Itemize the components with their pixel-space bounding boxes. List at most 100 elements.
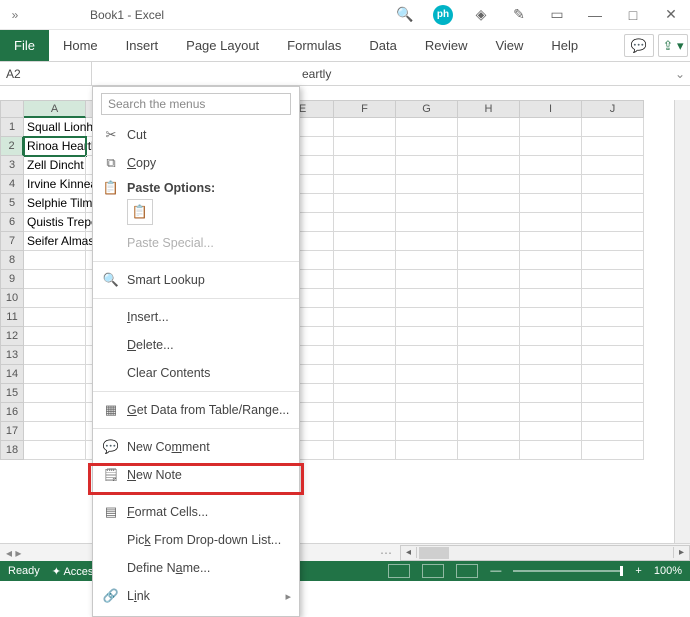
cell[interactable] — [334, 384, 396, 403]
cell[interactable] — [24, 365, 86, 384]
cell[interactable] — [458, 289, 520, 308]
cell[interactable] — [334, 251, 396, 270]
cell[interactable] — [396, 251, 458, 270]
cell[interactable] — [458, 137, 520, 156]
cell[interactable]: Selphie Tilmitt — [24, 194, 86, 213]
cell[interactable] — [458, 384, 520, 403]
cell[interactable] — [520, 270, 582, 289]
tab-page-layout[interactable]: Page Layout — [172, 30, 273, 61]
tab-view[interactable]: View — [481, 30, 537, 61]
row-header[interactable]: 3 — [0, 156, 24, 175]
cell[interactable] — [24, 346, 86, 365]
cell[interactable]: Seifer Almasy — [24, 232, 86, 251]
cell[interactable] — [582, 194, 644, 213]
menu-get-data[interactable]: ▦ Get Data from Table/Range... — [93, 396, 299, 424]
cell[interactable] — [396, 194, 458, 213]
cell[interactable] — [458, 118, 520, 137]
cell[interactable] — [396, 327, 458, 346]
share-button[interactable]: ⇪ ▾ — [658, 34, 688, 57]
cell[interactable] — [520, 194, 582, 213]
cell[interactable] — [582, 175, 644, 194]
cell[interactable] — [582, 156, 644, 175]
cell[interactable] — [520, 213, 582, 232]
row-header[interactable]: 9 — [0, 270, 24, 289]
tab-review[interactable]: Review — [411, 30, 482, 61]
cell[interactable]: Rinoa Heartly — [24, 137, 86, 156]
cell[interactable] — [520, 384, 582, 403]
cell[interactable] — [582, 441, 644, 460]
vertical-scrollbar[interactable] — [674, 100, 690, 543]
cell[interactable] — [458, 327, 520, 346]
cell[interactable] — [520, 251, 582, 270]
cell[interactable] — [24, 251, 86, 270]
cell[interactable] — [396, 289, 458, 308]
cell[interactable] — [334, 175, 396, 194]
name-box[interactable]: A2 — [0, 62, 92, 85]
cell[interactable] — [458, 308, 520, 327]
formula-text[interactable]: eartly — [92, 67, 331, 81]
menu-smart-lookup[interactable]: 🔍 Smart Lookup — [93, 266, 299, 294]
tab-help[interactable]: Help — [537, 30, 592, 61]
tab-insert[interactable]: Insert — [112, 30, 173, 61]
menu-link[interactable]: 🔗 Link ▸ — [93, 582, 299, 610]
row-header[interactable]: 18 — [0, 441, 24, 460]
cell[interactable] — [582, 422, 644, 441]
cell[interactable] — [582, 251, 644, 270]
cell[interactable] — [334, 308, 396, 327]
cell[interactable] — [396, 137, 458, 156]
cell[interactable] — [458, 194, 520, 213]
row-header[interactable]: 14 — [0, 365, 24, 384]
cell[interactable] — [520, 403, 582, 422]
cell[interactable] — [520, 365, 582, 384]
cell[interactable] — [24, 289, 86, 308]
cell[interactable]: Squall Lionheart — [24, 118, 86, 137]
comments-button[interactable]: 💬 — [624, 34, 654, 57]
cell[interactable] — [24, 422, 86, 441]
row-header[interactable]: 8 — [0, 251, 24, 270]
cell[interactable] — [582, 308, 644, 327]
diamond-icon[interactable]: ◈ — [462, 0, 500, 30]
menu-format-cells[interactable]: ▤ Format Cells... — [93, 498, 299, 526]
cell[interactable] — [520, 346, 582, 365]
zoom-out-button[interactable]: — — [490, 565, 501, 577]
row-header[interactable]: 5 — [0, 194, 24, 213]
cell[interactable] — [24, 270, 86, 289]
cell[interactable]: Irvine Kinneas — [24, 175, 86, 194]
cell[interactable] — [334, 346, 396, 365]
cell[interactable] — [396, 403, 458, 422]
tab-formulas[interactable]: Formulas — [273, 30, 355, 61]
wand-icon[interactable]: ✎ — [500, 0, 538, 30]
cell[interactable]: Quistis Trepe — [24, 213, 86, 232]
cell[interactable] — [458, 251, 520, 270]
row-header[interactable]: 11 — [0, 308, 24, 327]
cell[interactable] — [24, 441, 86, 460]
cell[interactable] — [334, 327, 396, 346]
tab-data[interactable]: Data — [355, 30, 410, 61]
sheet-nav-next[interactable]: ▸ — [15, 546, 21, 560]
col-header-G[interactable]: G — [396, 100, 458, 118]
zoom-slider[interactable] — [513, 570, 623, 572]
view-page-layout-icon[interactable] — [422, 564, 444, 578]
cell[interactable] — [582, 384, 644, 403]
cell[interactable] — [396, 384, 458, 403]
ph-badge-icon[interactable]: ph — [424, 0, 462, 30]
expand-formula-bar-icon[interactable]: ⌄ — [670, 67, 690, 81]
row-header[interactable]: 16 — [0, 403, 24, 422]
row-header[interactable]: 7 — [0, 232, 24, 251]
menu-pick-from-list[interactable]: Pick From Drop-down List... — [93, 526, 299, 554]
cell[interactable] — [520, 175, 582, 194]
sheet-options-icon[interactable]: ⋯ — [380, 546, 392, 560]
hscroll-thumb[interactable] — [419, 547, 449, 559]
cell[interactable] — [582, 137, 644, 156]
cell[interactable] — [582, 403, 644, 422]
row-header[interactable]: 17 — [0, 422, 24, 441]
cell[interactable] — [396, 365, 458, 384]
menu-delete[interactable]: Delete... — [93, 331, 299, 359]
col-header-F[interactable]: F — [334, 100, 396, 118]
cell[interactable] — [458, 270, 520, 289]
cell[interactable] — [520, 308, 582, 327]
cell[interactable] — [24, 403, 86, 422]
cell[interactable] — [396, 270, 458, 289]
cell[interactable] — [582, 327, 644, 346]
select-all-corner[interactable] — [0, 100, 24, 118]
